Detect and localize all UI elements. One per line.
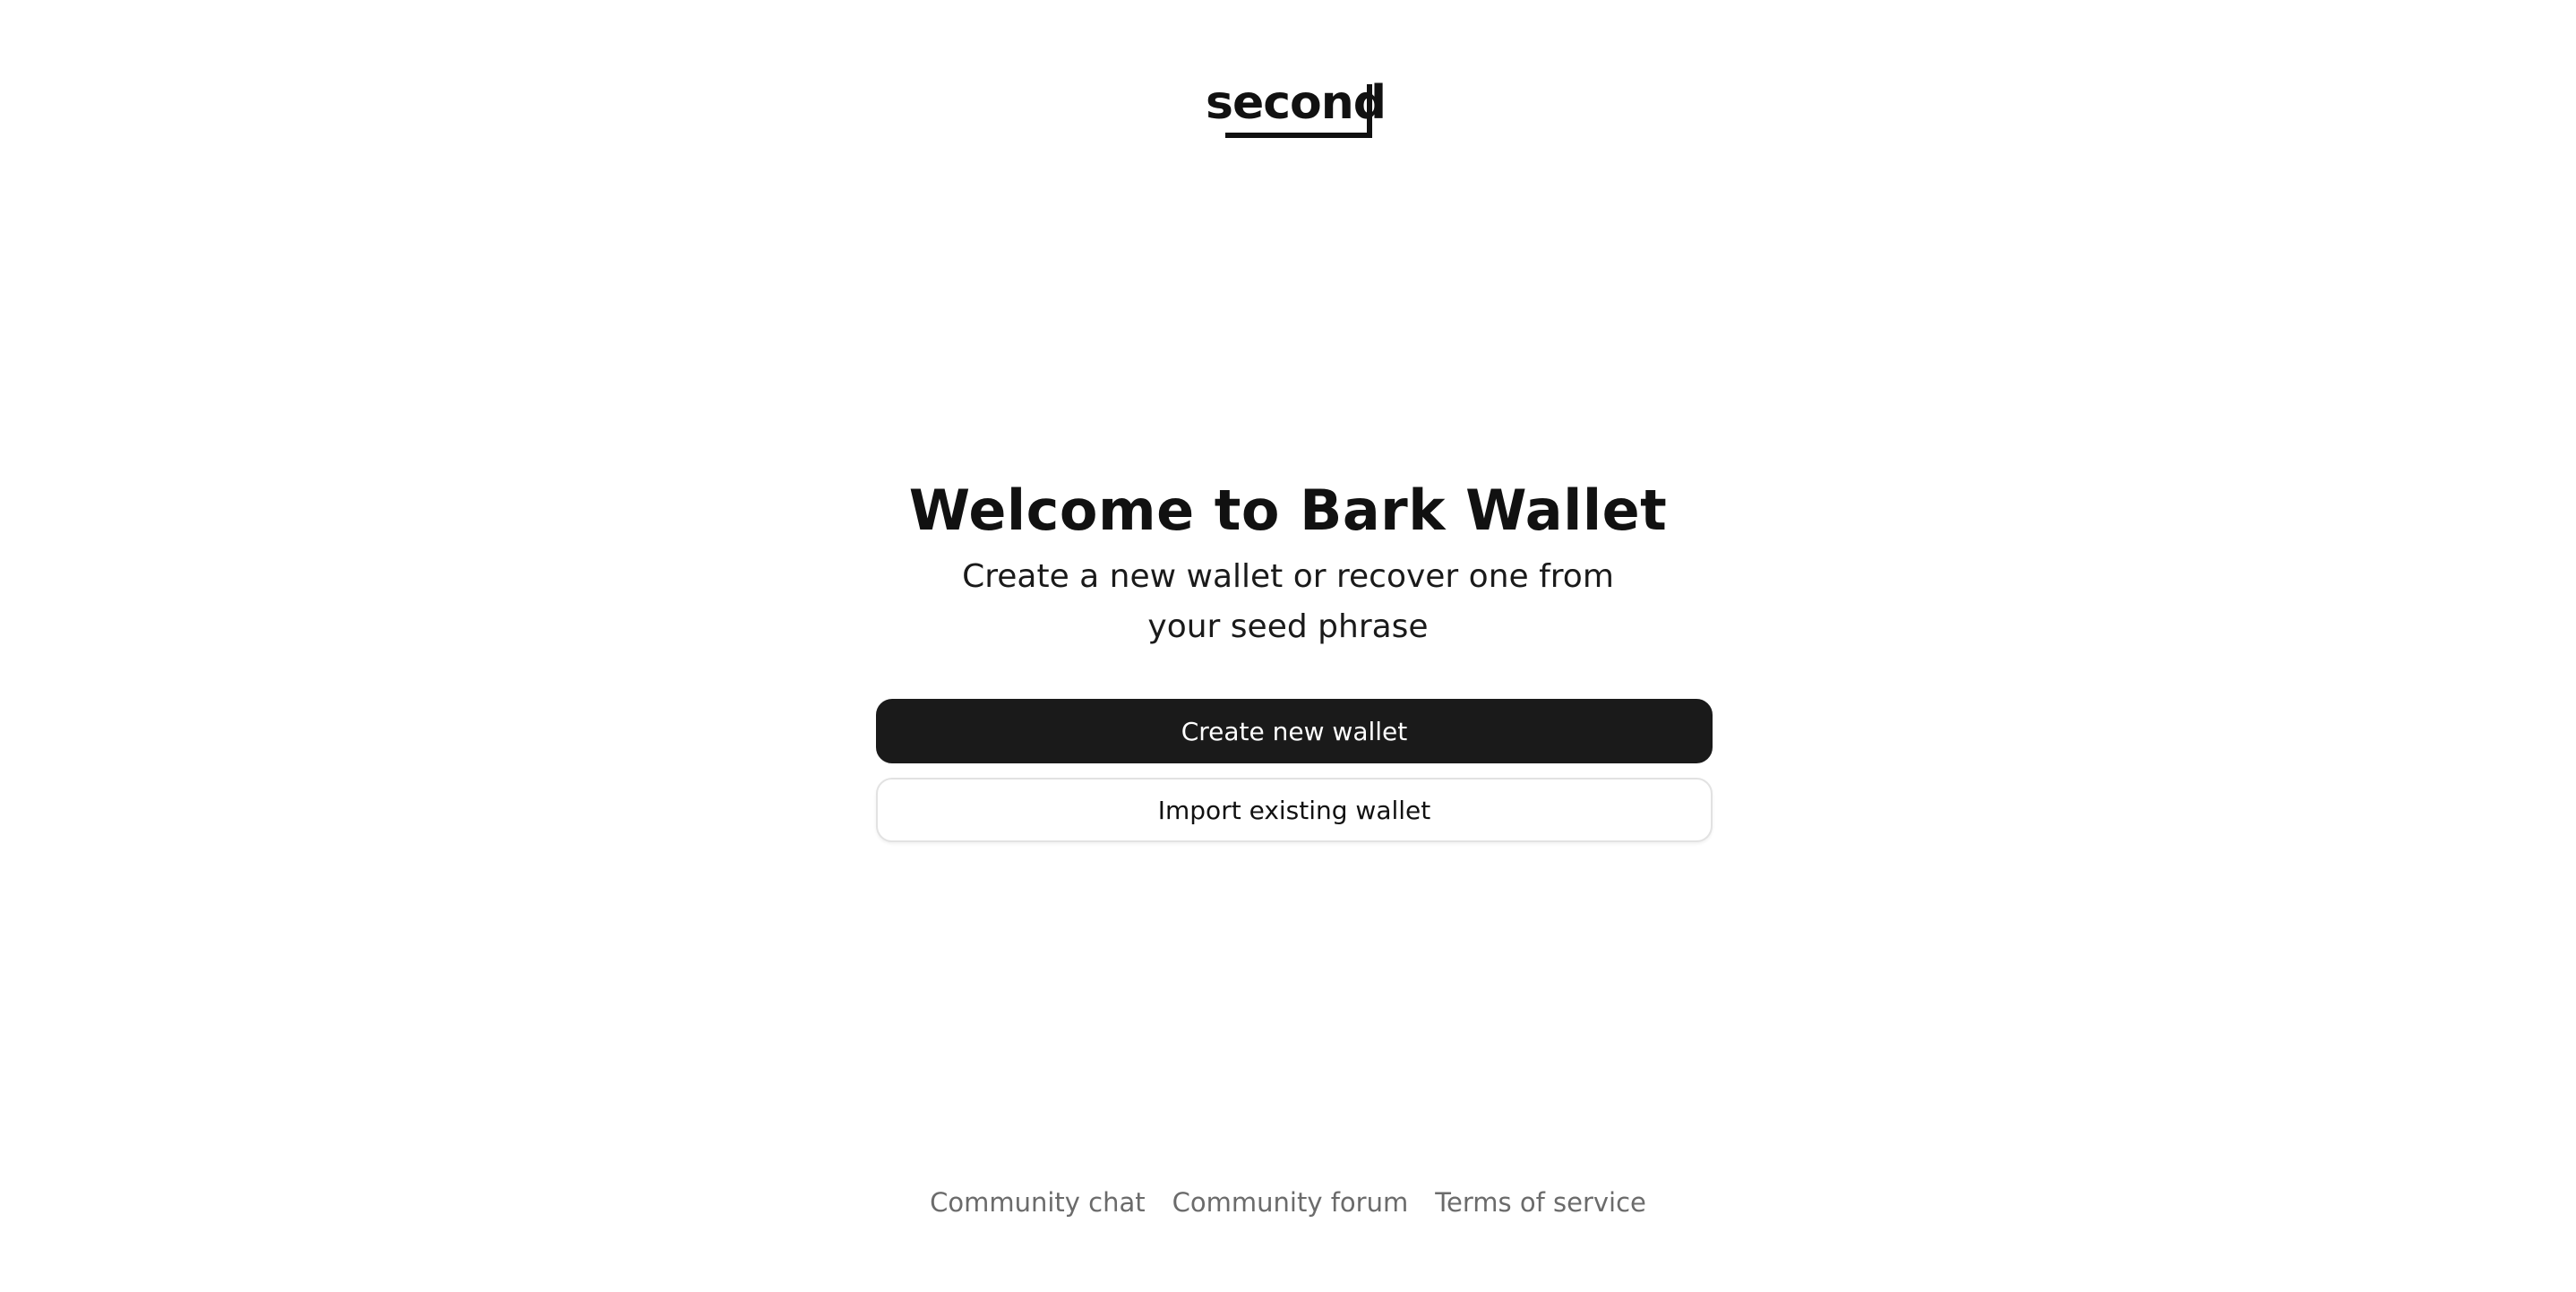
terms-of-service-link[interactable]: Terms of service — [1435, 1184, 1646, 1220]
create-new-wallet-button[interactable]: Create new wallet — [876, 699, 1713, 763]
second-logo: second — [1206, 77, 1387, 145]
hero-section: Welcome to Bark Wallet Create a new wall… — [0, 473, 2576, 652]
logo-wordmark: second — [1206, 76, 1387, 130]
community-forum-link[interactable]: Community forum — [1172, 1184, 1409, 1220]
footer-links: Community chat Community forum Terms of … — [0, 1184, 2576, 1220]
page-subtitle: Create a new wallet or recover one from … — [962, 558, 1614, 645]
import-existing-wallet-button[interactable]: Import existing wallet — [876, 778, 1713, 842]
community-chat-link[interactable]: Community chat — [930, 1184, 1146, 1220]
page-title: Welcome to Bark Wallet — [908, 478, 1668, 543]
wallet-actions: Create new wallet Import existing wallet — [876, 699, 1713, 842]
welcome-page: second Welcome to Bark Wallet Create a n… — [0, 0, 2576, 1292]
